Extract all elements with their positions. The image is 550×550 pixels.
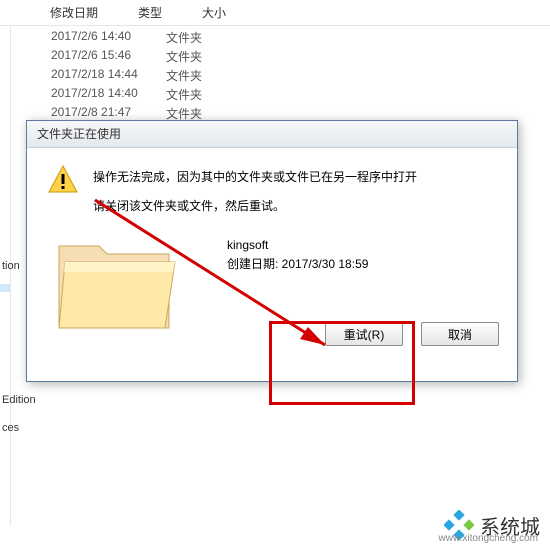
header-modified[interactable]: 修改日期 [50, 4, 98, 21]
cell-type: 文件夹 [166, 67, 246, 84]
table-row[interactable]: 2017/2/6 14:40文件夹 [11, 28, 550, 47]
header-type[interactable]: 类型 [138, 4, 162, 21]
folder-icon [51, 228, 181, 338]
cell-date: 2017/2/6 14:40 [51, 29, 166, 46]
cell-type: 文件夹 [166, 29, 246, 46]
sidebar-item[interactable]: Edition [0, 390, 10, 410]
watermark-url: www.xitongcheng.com [439, 533, 539, 544]
file-info: kingsoft 创建日期: 2017/3/30 18:59 [227, 236, 368, 274]
cell-date: 2017/2/6 15:46 [51, 48, 166, 65]
cancel-button[interactable]: 取消 [421, 322, 499, 346]
column-headers: 修改日期 类型 大小 [0, 0, 550, 26]
dialog-line2: 请关闭该文件夹或文件，然后重试。 [93, 197, 417, 216]
cell-type: 文件夹 [166, 48, 246, 65]
file-created: 创建日期: 2017/3/30 18:59 [227, 255, 368, 274]
dialog-message: 操作无法完成，因为其中的文件夹或文件已在另一程序中打开 请关闭该文件夹或文件，然… [93, 164, 417, 216]
sidebar-item[interactable]: ces [0, 418, 10, 438]
warning-icon [47, 164, 79, 196]
table-row[interactable]: 2017/2/18 14:44文件夹 [11, 66, 550, 85]
sidebar-item[interactable] [0, 410, 10, 418]
sidebar-item[interactable]: tion [0, 256, 10, 276]
retry-button[interactable]: 重试(R) [325, 322, 403, 346]
file-name: kingsoft [227, 236, 368, 255]
sidebar: tion Edition ces [0, 26, 11, 526]
cell-date: 2017/2/18 14:40 [51, 86, 166, 103]
table-row[interactable]: 2017/2/18 14:40文件夹 [11, 85, 550, 104]
table-row[interactable]: 2017/2/6 15:46文件夹 [11, 47, 550, 66]
cell-date: 2017/2/18 14:44 [51, 67, 166, 84]
dialog-line1: 操作无法完成，因为其中的文件夹或文件已在另一程序中打开 [93, 168, 417, 187]
header-size[interactable]: 大小 [202, 4, 226, 21]
sidebar-item[interactable] [0, 276, 10, 284]
folder-in-use-dialog: 文件夹正在使用 操作无法完成，因为其中的文件夹或文件已在另一程序中打开 请关闭该… [26, 120, 518, 382]
dialog-title: 文件夹正在使用 [27, 121, 517, 148]
watermark: 系统城 www.xitongcheng.com [366, 496, 546, 546]
sidebar-item[interactable] [0, 284, 10, 292]
cell-type: 文件夹 [166, 86, 246, 103]
